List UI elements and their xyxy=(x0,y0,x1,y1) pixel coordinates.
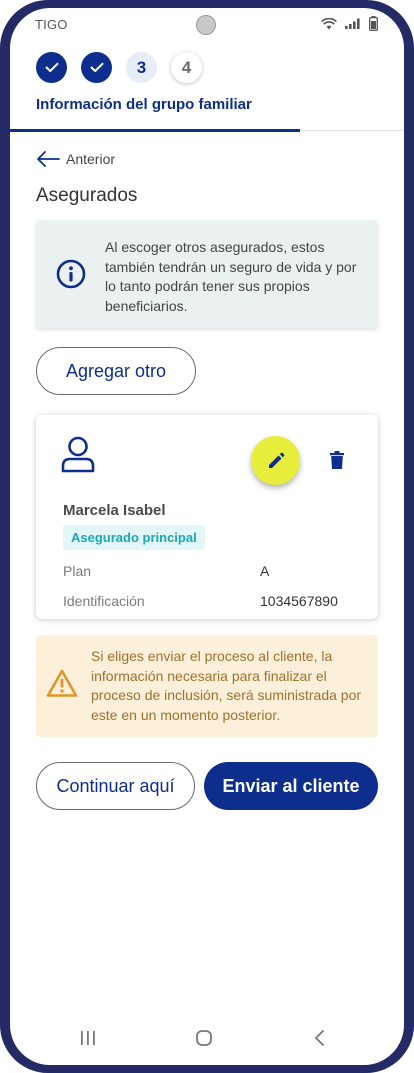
edit-button[interactable] xyxy=(251,436,300,485)
step-title: Información del grupo familiar xyxy=(36,96,252,113)
recent-apps-icon[interactable] xyxy=(79,1030,97,1046)
battery-icon xyxy=(369,16,378,31)
carrier-name: TIGO xyxy=(35,17,68,32)
continue-here-button[interactable]: Continuar aquí xyxy=(36,762,195,810)
info-text: Al escoger otros asegurados, estos tambi… xyxy=(105,239,357,314)
trash-icon xyxy=(330,451,344,469)
info-box: Al escoger otros asegurados, estos tambi… xyxy=(36,220,378,328)
home-icon[interactable] xyxy=(195,1030,213,1046)
progress-stepper: 3 4 xyxy=(36,52,202,83)
step-1-done xyxy=(36,52,67,83)
back-link-label: Anterior xyxy=(66,151,116,167)
step-4-pending: 4 xyxy=(171,52,202,83)
delete-button[interactable] xyxy=(326,448,348,472)
arrow-left-icon xyxy=(37,151,60,167)
warning-box: Si eliges enviar el proceso al cliente, … xyxy=(36,635,378,737)
wifi-icon xyxy=(321,17,337,29)
back-nav-icon[interactable] xyxy=(312,1030,328,1046)
id-value: 1034567890 xyxy=(260,593,338,609)
plan-label: Plan xyxy=(63,563,92,579)
insured-card: Marcela Isabel Asegurado principal Plan … xyxy=(36,415,378,619)
send-to-client-button[interactable]: Enviar al cliente xyxy=(204,762,378,810)
insured-badge: Asegurado principal xyxy=(63,525,205,550)
step-2-done xyxy=(81,52,112,83)
front-camera xyxy=(196,15,216,35)
info-circle-icon xyxy=(56,259,86,289)
plan-value: A xyxy=(260,563,270,579)
back-link[interactable]: Anterior xyxy=(36,151,115,167)
warning-triangle-icon xyxy=(46,669,78,697)
status-icons xyxy=(321,16,378,31)
phone-frame: TIGO 3 4 Información del grupo familiar … xyxy=(0,0,414,1073)
id-label: Identificación xyxy=(63,593,145,609)
check-icon xyxy=(90,62,103,72)
pencil-icon xyxy=(268,452,284,468)
section-title: Asegurados xyxy=(36,185,138,206)
user-icon xyxy=(61,436,95,473)
warning-text: Si eliges enviar el proceso al cliente, … xyxy=(91,648,362,723)
app-screen: TIGO 3 4 Información del grupo familiar … xyxy=(10,8,404,1065)
step-3-current: 3 xyxy=(126,52,157,83)
progress-indicator xyxy=(10,129,300,132)
status-bar: TIGO xyxy=(10,8,404,42)
check-icon xyxy=(45,62,58,72)
insured-name: Marcela Isabel xyxy=(63,502,166,519)
signal-icon xyxy=(345,18,360,29)
system-nav-bar xyxy=(10,1020,404,1060)
add-other-button[interactable]: Agregar otro xyxy=(36,347,196,395)
